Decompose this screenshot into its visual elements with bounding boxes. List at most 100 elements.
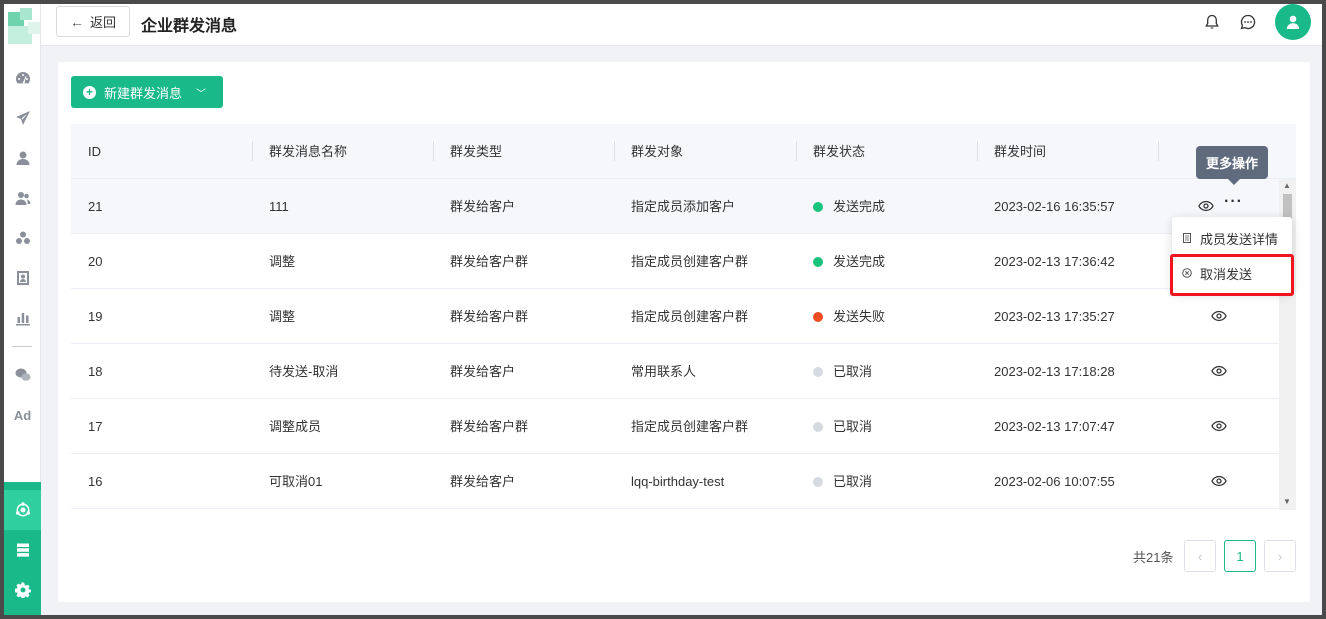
cell-target: 指定成员创建客户群: [631, 419, 749, 434]
sidebar-bottom: [4, 482, 41, 615]
cell-time: 2023-02-13 17:35:27: [994, 309, 1115, 324]
cell-type: 群发给客户: [450, 364, 516, 379]
cell-target: 常用联系人: [631, 364, 697, 379]
cell-name: 待发送-取消: [269, 364, 339, 379]
more-actions-icon[interactable]: ···: [1224, 193, 1243, 211]
cell-name: 可取消01: [269, 474, 323, 489]
cell-id: 21: [88, 199, 103, 214]
status-label: 已取消: [833, 474, 873, 489]
status-label: 发送失败: [833, 309, 886, 324]
prev-page-button[interactable]: ‹: [1184, 540, 1216, 572]
view-eye-icon[interactable]: [1211, 308, 1227, 324]
scroll-down-arrow-icon[interactable]: ▼: [1283, 497, 1291, 506]
status-dot: [813, 367, 823, 377]
group-icon[interactable]: [4, 225, 41, 251]
bar-chart-icon[interactable]: [4, 305, 41, 331]
cell-status: 发送完成: [813, 179, 885, 234]
cell-time: 2023-02-13 17:07:47: [994, 419, 1115, 434]
status-label: 发送完成: [833, 199, 886, 214]
cell-name: 调整成员: [269, 419, 322, 434]
table-row[interactable]: 18 待发送-取消 群发给客户 常用联系人 已取消 2023-02-13 17:…: [71, 344, 1279, 399]
table-row[interactable]: 19 调整 群发给客户群 指定成员创建客户群 发送失败 2023-02-13 1…: [71, 289, 1279, 344]
highlight-box: [1170, 254, 1294, 296]
send-icon[interactable]: [4, 105, 41, 131]
cell-type: 群发给客户群: [450, 419, 529, 434]
contact-card-icon[interactable]: [4, 265, 41, 291]
column-header-name: 群发消息名称: [269, 144, 348, 159]
users-icon[interactable]: [4, 185, 41, 211]
wechat-icon[interactable]: [4, 362, 41, 388]
cell-status: 已取消: [813, 399, 872, 454]
column-header-type: 群发类型: [450, 144, 503, 159]
status-dot: [813, 257, 823, 267]
cell-type: 群发给客户: [450, 474, 516, 489]
network-icon[interactable]: [4, 490, 41, 530]
column-header-id: ID: [88, 144, 101, 159]
message-icon[interactable]: [1238, 12, 1258, 32]
user-icon[interactable]: [4, 145, 41, 171]
column-separator: [252, 141, 253, 161]
table-row[interactable]: 17 调整成员 群发给客户群 指定成员创建客户群 已取消 2023-02-13 …: [71, 399, 1279, 454]
cell-id: 20: [88, 254, 103, 269]
cell-status: 已取消: [813, 454, 872, 509]
top-header: ← 返回 企业群发消息: [41, 4, 1322, 46]
app-frame: Ad ← 返回 企业群发消息 + 新建群发消息 ﹀ ID 群发消息名称 群发类型…: [4, 4, 1322, 615]
menu-item-member-send-details[interactable]: 成员发送详情: [1172, 221, 1292, 255]
status-label: 已取消: [833, 419, 873, 434]
back-button[interactable]: ← 返回: [56, 6, 130, 37]
cell-status: 已取消: [813, 344, 872, 399]
status-dot: [813, 422, 823, 432]
cell-target: 指定成员创建客户群: [631, 254, 749, 269]
pagination-total: 共21条: [1133, 550, 1174, 565]
status-dot: [813, 202, 823, 212]
cell-time: 2023-02-13 17:18:28: [994, 364, 1115, 379]
column-separator: [433, 141, 434, 161]
cell-time: 2023-02-13 17:36:42: [994, 254, 1115, 269]
column-separator: [977, 141, 978, 161]
page-title: 企业群发消息: [141, 18, 238, 35]
bell-icon[interactable]: [1202, 12, 1222, 32]
user-avatar[interactable]: [1275, 4, 1311, 40]
cell-type: 群发给客户群: [450, 254, 529, 269]
table-row[interactable]: 21 111 群发给客户 指定成员添加客户 发送完成 2023-02-16 16…: [71, 179, 1279, 234]
table-row[interactable]: 20 调整 群发给客户群 指定成员创建客户群 发送完成 2023-02-13 1…: [71, 234, 1279, 289]
server-icon[interactable]: [4, 530, 41, 570]
cell-target: lqq-birthday-test: [631, 474, 725, 489]
dashboard-icon[interactable]: [4, 65, 41, 91]
menu-item-label: 成员发送详情: [1200, 231, 1279, 247]
page-number-button[interactable]: 1: [1224, 540, 1256, 572]
cell-target: 指定成员添加客户: [631, 199, 736, 214]
column-header-time: 群发时间: [994, 144, 1047, 159]
column-separator: [1158, 141, 1159, 161]
view-eye-icon[interactable]: [1198, 198, 1214, 214]
ad-icon[interactable]: Ad: [4, 402, 41, 428]
cell-name: 111: [269, 199, 289, 214]
view-eye-icon[interactable]: [1211, 363, 1227, 379]
chevron-down-icon: ﹀: [196, 88, 207, 100]
cell-name: 调整: [269, 309, 296, 324]
table-header: ID 群发消息名称 群发类型 群发对象 群发状态 群发时间: [71, 124, 1296, 179]
cell-id: 18: [88, 364, 103, 379]
chevron-left-icon: ‹: [1197, 548, 1203, 564]
cell-status: 发送失败: [813, 289, 885, 344]
cell-type: 群发给客户群: [450, 309, 529, 324]
next-page-button[interactable]: ›: [1264, 540, 1296, 572]
view-eye-icon[interactable]: [1211, 418, 1227, 434]
cell-time: 2023-02-06 10:07:55: [994, 474, 1115, 489]
cell-status: 发送完成: [813, 234, 885, 289]
back-label: 返回: [89, 15, 116, 30]
arrow-left-icon: ←: [69, 13, 84, 30]
chevron-right-icon: ›: [1277, 548, 1283, 564]
new-broadcast-button[interactable]: + 新建群发消息 ﹀: [71, 76, 223, 108]
status-label: 发送完成: [833, 254, 886, 269]
cell-id: 19: [88, 309, 103, 324]
scroll-up-arrow-icon[interactable]: ▲: [1283, 181, 1291, 190]
settings-icon[interactable]: [4, 570, 41, 610]
table-row[interactable]: 16 可取消01 群发给客户 lqq-birthday-test 已取消 202…: [71, 454, 1279, 509]
column-separator: [614, 141, 615, 161]
document-icon: [1183, 233, 1191, 243]
status-dot: [813, 312, 823, 322]
column-header-status: 群发状态: [813, 144, 866, 159]
view-eye-icon[interactable]: [1211, 473, 1227, 489]
status-label: 已取消: [833, 364, 873, 379]
